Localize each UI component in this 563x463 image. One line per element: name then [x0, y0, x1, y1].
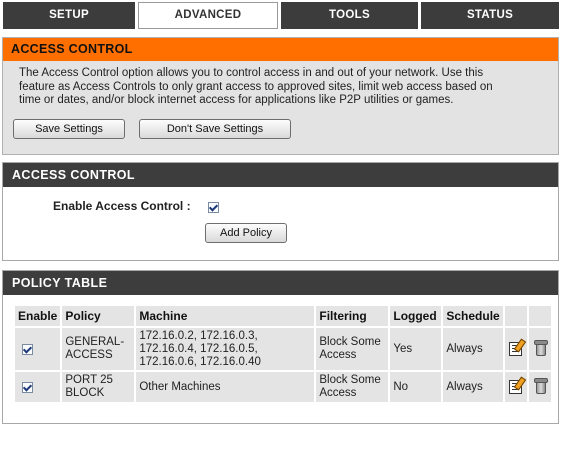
- filtering-line: Block Some: [319, 336, 381, 348]
- row-filtering: Block Some Access: [316, 328, 389, 370]
- policy-name-line: BLOCK: [65, 387, 105, 399]
- policy-table-title: POLICY TABLE: [3, 271, 558, 295]
- row-machine: 172.16.0.2, 172.16.0.3, 172.16.0.4, 172.…: [136, 328, 315, 370]
- row-policy: PORT 25 BLOCK: [62, 372, 135, 402]
- dont-save-settings-button[interactable]: Don't Save Settings: [139, 119, 291, 139]
- col-edit: [504, 306, 527, 326]
- row-delete-cell: [528, 328, 551, 370]
- row-schedule: Always: [443, 328, 503, 370]
- info-line: The Access Control option allows you to …: [19, 67, 484, 79]
- machine-line: 172.16.0.4, 172.16.0.5,: [139, 342, 258, 355]
- row-delete-cell: [528, 372, 551, 402]
- policy-name-line: ACCESS: [65, 349, 113, 361]
- col-logged: Logged: [390, 306, 442, 326]
- col-policy: Policy: [62, 306, 135, 326]
- tab-tools[interactable]: TOOLS: [281, 2, 418, 29]
- access-control-title: ACCESS CONTROL: [3, 163, 558, 187]
- edit-icon[interactable]: [508, 338, 526, 356]
- table-header-row: Enable Policy Machine Filtering Logged S…: [15, 306, 551, 326]
- edit-icon[interactable]: [508, 376, 526, 394]
- info-panel-title: ACCESS CONTROL: [3, 38, 558, 61]
- tab-setup[interactable]: SETUP: [3, 2, 135, 29]
- col-schedule: Schedule: [443, 306, 503, 326]
- machine-line: 172.16.0.6, 172.16.0.40: [139, 355, 261, 368]
- info-description: The Access Control option allows you to …: [3, 61, 558, 108]
- col-filtering: Filtering: [316, 306, 389, 326]
- col-machine: Machine: [136, 306, 315, 326]
- filtering-line: Access: [319, 349, 357, 361]
- row-logged: No: [390, 372, 442, 402]
- row-edit-cell: [504, 372, 527, 402]
- access-control-panel: ACCESS CONTROL Enable Access Control : A…: [2, 162, 559, 261]
- policy-table: Enable Policy Machine Filtering Logged S…: [13, 304, 553, 404]
- row-enable-cell: [15, 328, 61, 370]
- info-line: time or dates, and/or block internet acc…: [19, 94, 454, 106]
- row-schedule: Always: [443, 372, 503, 402]
- info-line: feature as Access Controls to only grant…: [19, 80, 493, 93]
- table-row: GENERAL- ACCESS 172.16.0.2, 172.16.0.3, …: [15, 328, 551, 370]
- access-control-info-panel: ACCESS CONTROL The Access Control option…: [2, 37, 559, 155]
- trash-icon[interactable]: [532, 377, 548, 394]
- policy-name-line: PORT 25: [65, 374, 113, 386]
- filtering-line: Access: [319, 387, 357, 399]
- row-filtering: Block Some Access: [316, 372, 389, 402]
- enable-access-control-checkbox[interactable]: [208, 202, 219, 213]
- col-enable: Enable: [15, 306, 61, 326]
- filtering-line: Block Some: [319, 374, 381, 386]
- policy-table-panel: POLICY TABLE Enable Policy Machine Filte…: [2, 270, 559, 424]
- add-policy-button[interactable]: Add Policy: [205, 223, 287, 243]
- enable-access-control-label: Enable Access Control :: [53, 199, 191, 213]
- row-enable-cell: [15, 372, 61, 402]
- tab-advanced[interactable]: ADVANCED: [138, 2, 278, 29]
- policy-name-line: GENERAL-: [65, 336, 125, 348]
- table-row: PORT 25 BLOCK Other Machines Block Some …: [15, 372, 551, 402]
- row-policy: GENERAL- ACCESS: [62, 328, 135, 370]
- row-enable-checkbox[interactable]: [22, 382, 33, 393]
- trash-icon[interactable]: [532, 339, 548, 356]
- row-logged: Yes: [390, 328, 442, 370]
- row-edit-cell: [504, 328, 527, 370]
- save-settings-button[interactable]: Save Settings: [13, 119, 125, 139]
- top-nav: SETUP ADVANCED TOOLS STATUS: [0, 0, 563, 30]
- row-enable-checkbox[interactable]: [22, 344, 33, 355]
- tab-status[interactable]: STATUS: [421, 2, 559, 29]
- row-machine: Other Machines: [136, 372, 315, 402]
- machine-line: 172.16.0.2, 172.16.0.3,: [139, 329, 258, 342]
- col-delete: [528, 306, 551, 326]
